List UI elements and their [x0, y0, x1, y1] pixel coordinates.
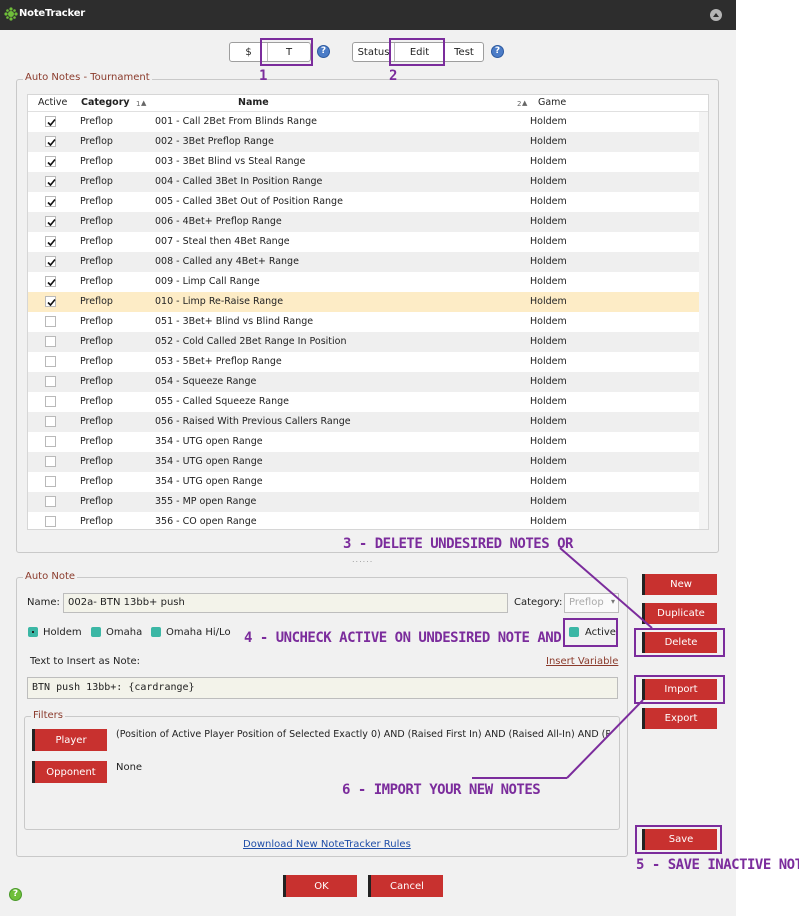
- arrow-to-delete: [559, 547, 653, 629]
- arrow-to-import: [566, 699, 644, 779]
- annotation-arrows: [472, 547, 653, 779]
